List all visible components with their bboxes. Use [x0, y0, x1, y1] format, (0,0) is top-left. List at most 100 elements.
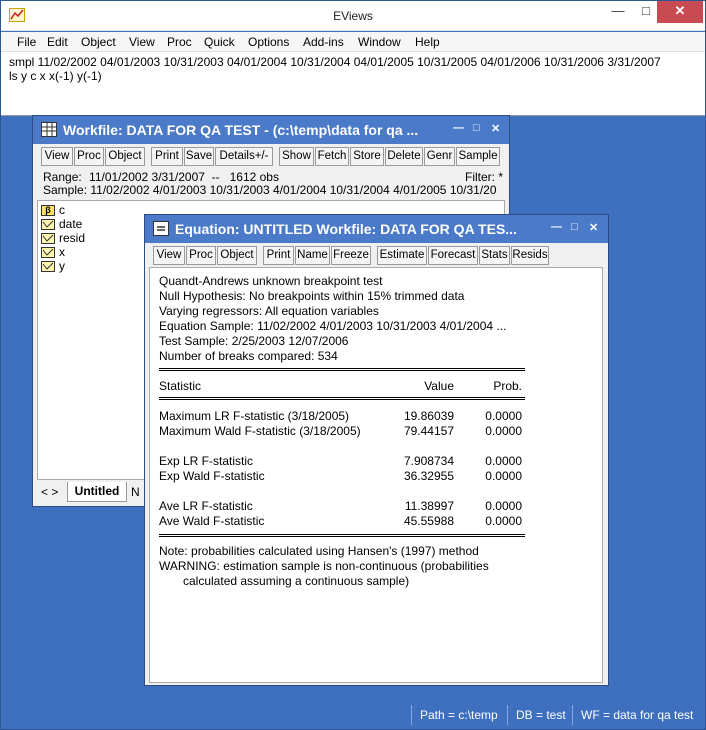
- menu-options[interactable]: Options: [248, 35, 289, 49]
- series-icon: [41, 247, 55, 259]
- eq-estimate-button[interactable]: Estimate: [377, 246, 427, 265]
- equation-window[interactable]: Equation: UNTITLED Workfile: DATA FOR QA…: [144, 214, 609, 686]
- page-tab-scroll[interactable]: < >: [41, 485, 58, 499]
- workfile-title-bar[interactable]: Workfile: DATA FOR QA TEST - (c:\temp\da…: [33, 116, 509, 144]
- equation-maximize-button[interactable]: □: [571, 221, 578, 233]
- series-icon: [41, 233, 55, 245]
- menu-window[interactable]: Window: [358, 35, 401, 49]
- table-rule: [159, 368, 525, 371]
- workfile-toolbar: View Proc Object Print Save Details+/- S…: [37, 147, 507, 167]
- equation-output[interactable]: Quandt-Andrews unknown breakpoint test N…: [149, 267, 603, 683]
- series-icon: [41, 219, 55, 231]
- workfile-object[interactable]: x: [41, 245, 65, 259]
- table-header-row: Statistic Value Prob.: [150, 379, 604, 394]
- menu-quick[interactable]: Quick: [204, 35, 235, 49]
- series-icon: [41, 261, 55, 273]
- test-sample: Test Sample: 2/25/2003 12/07/2006: [159, 334, 349, 348]
- equation-close-button[interactable]: ✕: [589, 221, 598, 234]
- stat-prob: 0.0000: [485, 499, 522, 513]
- warning-line: WARNING: estimation sample is non-contin…: [159, 559, 489, 573]
- stat-prob: 0.0000: [485, 424, 522, 438]
- wf-details-button[interactable]: Details+/-: [215, 147, 273, 166]
- equation-minimize-button[interactable]: —: [551, 221, 562, 233]
- eq-resids-button[interactable]: Resids: [511, 246, 549, 265]
- stat-prob: 0.0000: [485, 514, 522, 528]
- stat-name: Exp LR F-statistic: [159, 454, 254, 468]
- eq-object-button[interactable]: Object: [217, 246, 257, 265]
- minimize-button[interactable]: —: [604, 1, 632, 23]
- stat-value: 36.32955: [403, 469, 454, 483]
- status-bar: Path = c:\temp DB = test WF = data for q…: [1, 701, 705, 729]
- wf-print-button[interactable]: Print: [151, 147, 183, 166]
- table-row: Ave LR F-statistic 11.38997 0.0000: [150, 499, 604, 514]
- menu-view[interactable]: View: [129, 35, 155, 49]
- equation-title-bar[interactable]: Equation: UNTITLED Workfile: DATA FOR QA…: [145, 215, 608, 243]
- wf-genr-button[interactable]: Genr: [424, 147, 455, 166]
- eviews-main-window: EViews — □ ✕ File Edit Object View Proc …: [0, 0, 706, 730]
- table-row: Exp LR F-statistic 7.908734 0.0000: [150, 454, 604, 469]
- menu-object[interactable]: Object: [81, 35, 116, 49]
- wf-object-button[interactable]: Object: [105, 147, 145, 166]
- eq-freeze-button[interactable]: Freeze: [331, 246, 371, 265]
- wf-delete-button[interactable]: Delete: [385, 147, 423, 166]
- workfile-minimize-button[interactable]: —: [453, 122, 464, 134]
- equation-icon: [153, 221, 169, 236]
- test-name: Quandt-Andrews unknown breakpoint test: [159, 274, 383, 288]
- workfile-object[interactable]: date: [41, 217, 82, 231]
- workfile-object[interactable]: βc: [41, 203, 65, 217]
- eq-view-button[interactable]: View: [153, 246, 185, 265]
- status-db[interactable]: DB = test: [507, 705, 574, 725]
- table-rule: [159, 397, 525, 400]
- workfile-grid-icon: [41, 122, 57, 137]
- status-path[interactable]: Path = c:\temp: [411, 705, 506, 725]
- status-workfile[interactable]: WF = data for qa test: [572, 705, 701, 725]
- workfile-object[interactable]: resid: [41, 231, 85, 245]
- wf-show-button[interactable]: Show: [279, 147, 314, 166]
- stat-name: Exp Wald F-statistic: [159, 469, 265, 483]
- equation-title: Equation: UNTITLED Workfile: DATA FOR QA…: [175, 221, 517, 237]
- workfile-maximize-button[interactable]: □: [473, 122, 480, 134]
- stat-prob: 0.0000: [485, 409, 522, 423]
- title-bar: EViews — □ ✕: [1, 1, 705, 31]
- menu-edit[interactable]: Edit: [47, 35, 68, 49]
- stat-value: 19.86039: [403, 409, 454, 423]
- maximize-button[interactable]: □: [632, 1, 660, 23]
- sample-label: Sample:: [43, 183, 88, 197]
- stat-prob: 0.0000: [485, 469, 522, 483]
- eq-stats-button[interactable]: Stats: [479, 246, 510, 265]
- wf-store-button[interactable]: Store: [350, 147, 384, 166]
- close-button[interactable]: ✕: [657, 1, 703, 23]
- command-window[interactable]: smpl 11/02/2002 04/01/2003 10/31/2003 04…: [1, 52, 705, 116]
- page-tab-untitled[interactable]: Untitled: [67, 482, 127, 502]
- table-row: Exp Wald F-statistic 36.32955 0.0000: [150, 469, 604, 484]
- wf-fetch-button[interactable]: Fetch: [315, 147, 349, 166]
- workfile-title: Workfile: DATA FOR QA TEST - (c:\temp\da…: [63, 122, 419, 138]
- workfile-close-button[interactable]: ✕: [491, 122, 500, 135]
- menu-file[interactable]: File: [17, 35, 36, 49]
- stat-value: 11.38997: [404, 499, 454, 513]
- menu-help[interactable]: Help: [415, 35, 440, 49]
- menu-proc[interactable]: Proc: [167, 35, 192, 49]
- eq-print-button[interactable]: Print: [263, 246, 294, 265]
- menu-addins[interactable]: Add-ins: [303, 35, 344, 49]
- note-line: Note: probabilities calculated using Han…: [159, 544, 479, 558]
- command-line: smpl 11/02/2002 04/01/2003 10/31/2003 04…: [9, 55, 661, 69]
- sample-value[interactable]: 11/02/2002 4/01/2003 10/31/2003 4/01/200…: [90, 183, 496, 197]
- stat-value: 79.44157: [403, 424, 454, 438]
- equation-sample: Equation Sample: 11/02/2002 4/01/2003 10…: [159, 319, 507, 333]
- wf-save-button[interactable]: Save: [184, 147, 214, 166]
- stat-prob: 0.0000: [485, 454, 522, 468]
- eq-name-button[interactable]: Name: [295, 246, 330, 265]
- null-hypothesis: Null Hypothesis: No breakpoints within 1…: [159, 289, 465, 303]
- page-tab-new[interactable]: N: [131, 485, 140, 499]
- eq-proc-button[interactable]: Proc: [186, 246, 216, 265]
- workfile-object[interactable]: y: [41, 259, 65, 273]
- warning-line: calculated assuming a continuous sample): [183, 574, 410, 588]
- stat-name: Maximum LR F-statistic (3/18/2005): [159, 409, 350, 423]
- wf-proc-button[interactable]: Proc: [74, 147, 104, 166]
- eq-forecast-button[interactable]: Forecast: [428, 246, 478, 265]
- equation-toolbar: View Proc Object Print Name Freeze Estim…: [149, 246, 605, 266]
- wf-view-button[interactable]: View: [41, 147, 73, 166]
- range-value[interactable]: 11/01/2002 3/31/2007 -- 1612 obs: [89, 170, 279, 184]
- wf-sample-button[interactable]: Sample: [456, 147, 500, 166]
